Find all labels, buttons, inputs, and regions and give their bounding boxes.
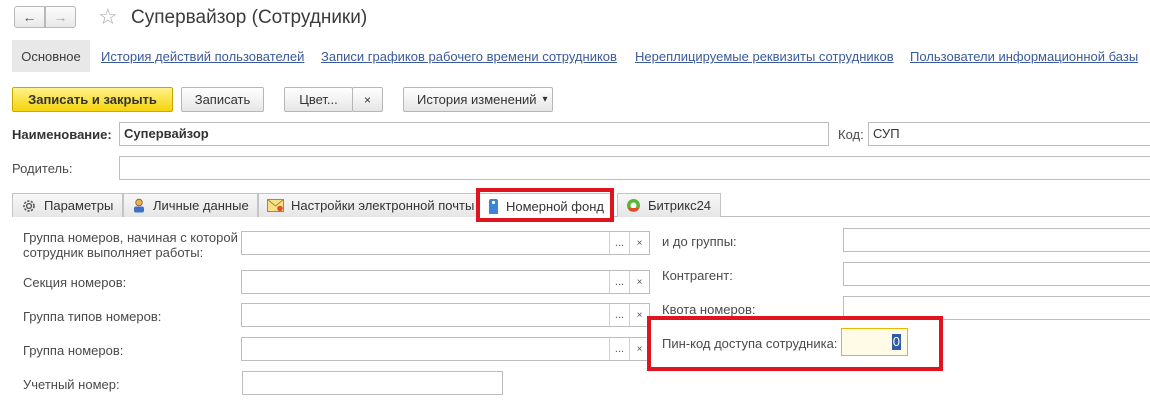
forward-button[interactable]: → xyxy=(45,6,76,28)
group-to-label: и до группы: xyxy=(662,234,737,249)
tab-label: Настройки электронной почты xyxy=(291,198,475,213)
back-button[interactable]: ← xyxy=(14,6,45,28)
tab-parameters[interactable]: Параметры xyxy=(12,193,123,217)
save-button[interactable]: Записать xyxy=(181,87,264,112)
clear-icon[interactable]: × xyxy=(629,304,649,326)
tab-label: Личные данные xyxy=(153,198,249,213)
link-user-action-history[interactable]: История действий пользователей xyxy=(101,49,304,64)
clear-icon[interactable]: × xyxy=(629,338,649,360)
link-nonreplicated-attributes[interactable]: Нереплицируемые реквизиты сотрудников xyxy=(635,49,894,64)
select-button[interactable]: ... xyxy=(609,232,629,254)
name-field[interactable]: Супервайзор xyxy=(119,122,829,146)
room-type-group-label: Группа типов номеров: xyxy=(23,309,162,324)
account-number-field[interactable] xyxy=(242,371,503,395)
person-icon xyxy=(132,198,146,213)
window-title: Супервайзор (Сотрудники) xyxy=(131,7,368,28)
tab-email-settings[interactable]: Настройки электронной почты xyxy=(258,193,477,217)
room-group-label: Группа номеров: xyxy=(23,343,124,358)
chevron-down-icon: ▾ xyxy=(542,94,548,105)
tab-label: Параметры xyxy=(44,198,114,213)
select-button[interactable]: ... xyxy=(609,338,629,360)
room-group-select[interactable]: ... × xyxy=(241,337,650,361)
group-from-label: Группа номеров, начиная с которой сотруд… xyxy=(23,230,238,260)
code-label: Код: xyxy=(838,127,864,142)
counterparty-label: Контрагент: xyxy=(662,268,733,283)
clear-icon[interactable]: × xyxy=(629,232,649,254)
tab-bitrix24[interactable]: Битрикс24 xyxy=(617,193,721,217)
bitrix-icon xyxy=(626,198,641,213)
section-main[interactable]: Основное xyxy=(12,40,90,72)
tab-personal-data[interactable]: Личные данные xyxy=(123,193,258,217)
save-and-close-button[interactable]: Записать и закрыть xyxy=(12,87,173,112)
link-work-schedule-records[interactable]: Записи графиков рабочего времени сотрудн… xyxy=(321,49,617,64)
star-icon[interactable]: ☆ xyxy=(98,4,118,30)
group-to-select[interactable] xyxy=(843,228,1150,252)
clear-icon[interactable]: × xyxy=(629,271,649,293)
room-type-group-select[interactable]: ... × xyxy=(241,303,650,327)
code-field[interactable]: СУП xyxy=(868,122,1150,146)
account-number-label: Учетный номер: xyxy=(23,377,120,392)
section-select[interactable]: ... × xyxy=(241,270,650,294)
arrow-left-icon: ← xyxy=(22,9,37,25)
tab-label: Битрикс24 xyxy=(648,198,712,213)
gear-icon xyxy=(21,198,37,214)
clear-color-button[interactable]: × xyxy=(352,87,383,112)
tab-highlight xyxy=(476,188,614,222)
parent-field[interactable] xyxy=(119,156,1150,180)
group-from-select[interactable]: ... × xyxy=(241,231,650,255)
color-button[interactable]: Цвет... xyxy=(284,87,353,112)
envelope-icon xyxy=(267,199,284,212)
select-button[interactable]: ... xyxy=(609,304,629,326)
change-history-button[interactable]: История изменений ▾ xyxy=(403,87,553,112)
pin-highlight xyxy=(647,316,943,371)
arrow-right-icon: → xyxy=(53,9,68,25)
counterparty-select[interactable] xyxy=(843,262,1150,286)
parent-label: Родитель: xyxy=(12,161,73,176)
link-infobase-users[interactable]: Пользователи информационной базы xyxy=(910,49,1138,64)
change-history-label: История изменений xyxy=(417,92,537,107)
name-label: Наименование: xyxy=(12,127,112,142)
quota-label: Квота номеров: xyxy=(662,302,756,317)
select-button[interactable]: ... xyxy=(609,271,629,293)
section-label: Секция номеров: xyxy=(23,275,127,290)
